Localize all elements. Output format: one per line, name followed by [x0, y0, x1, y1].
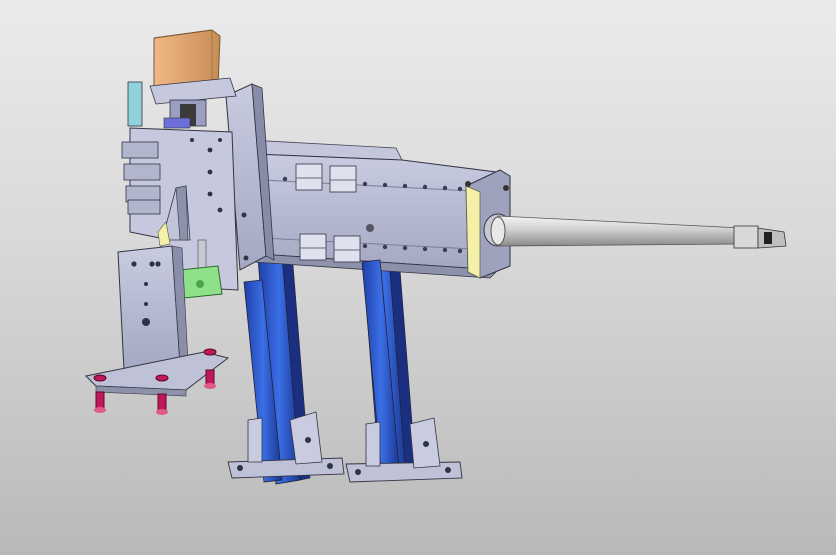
cad-viewport[interactable]: [0, 0, 836, 555]
horizontal-beam: [247, 139, 499, 279]
slider-block-top-1: [295, 163, 323, 191]
slider-block-bottom-1: [299, 233, 327, 261]
side-bracket-stack: [121, 141, 161, 215]
cylinder-rod: [483, 213, 787, 249]
green-clamp-block: [179, 265, 223, 299]
motor-mount: [127, 77, 237, 129]
slider-block-top-2: [329, 165, 357, 193]
effector-plate: [117, 245, 189, 371]
cad-model-drawing: [84, 29, 787, 485]
slider-block-bottom-2: [333, 235, 361, 263]
